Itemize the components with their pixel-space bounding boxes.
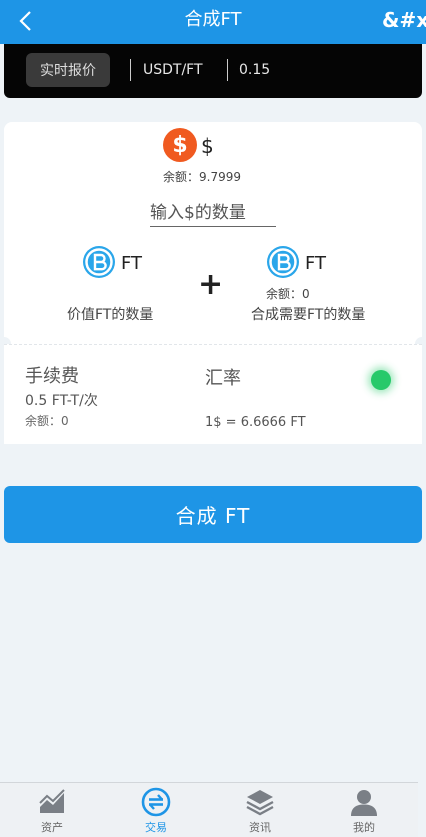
app-header: 合成FT &#x	[0, 0, 426, 44]
exchange-icon	[141, 787, 171, 817]
ft-left-label: FT	[121, 253, 143, 274]
dollar-currency-label: $	[201, 134, 214, 158]
tab-label: 资产	[41, 821, 63, 834]
ft-right-label: FT	[305, 253, 327, 274]
tab-label: 我的	[353, 821, 375, 834]
compose-ft-button[interactable]: 合成 FT	[4, 486, 422, 543]
bottom-tab-bar: 资产 交易 资讯 我的	[0, 782, 418, 837]
quote-bar: 实时报价 USDT/FT 0.15	[4, 44, 422, 98]
fee-value: 0.5 FT-T/次	[25, 393, 98, 409]
page-title: 合成FT	[184, 9, 242, 30]
plus-icon: +	[198, 267, 224, 302]
realtime-quote-button[interactable]: 实时报价	[26, 53, 110, 87]
dollar-coin-icon: $	[163, 128, 197, 162]
user-icon	[351, 790, 377, 816]
tab-assets[interactable]: 资产	[17, 783, 87, 837]
dollar-amount-input[interactable]	[150, 199, 276, 227]
tab-label: 资讯	[249, 821, 271, 834]
ft-coin-icon	[82, 245, 116, 279]
divider	[130, 59, 131, 81]
layers-icon	[246, 790, 274, 816]
rate-value: 1$ = 6.6666 FT	[205, 415, 306, 430]
fee-title: 手续费	[25, 366, 79, 387]
fee-balance: 余额：0	[25, 414, 69, 428]
quote-price: 0.15	[239, 62, 271, 78]
tab-news[interactable]: 资讯	[225, 783, 295, 837]
status-indicator	[371, 370, 391, 390]
tab-trade[interactable]: 交易	[121, 783, 191, 837]
ft-value-caption: 价值FT的数量	[67, 307, 154, 323]
chart-icon	[39, 789, 65, 813]
ft-required-caption: 合成需要FT的数量	[251, 307, 366, 323]
tab-label: 交易	[145, 821, 167, 834]
divider	[227, 59, 228, 81]
dollar-balance: 余额：9.7999	[163, 170, 241, 184]
header-right-text[interactable]: &#x	[382, 0, 426, 40]
quote-pair: USDT/FT	[143, 62, 203, 78]
tab-mine[interactable]: 我的	[329, 783, 399, 837]
ft-coin-icon	[266, 245, 300, 279]
rate-title: 汇率	[205, 368, 241, 389]
ft-balance: 余额：0	[266, 287, 310, 301]
